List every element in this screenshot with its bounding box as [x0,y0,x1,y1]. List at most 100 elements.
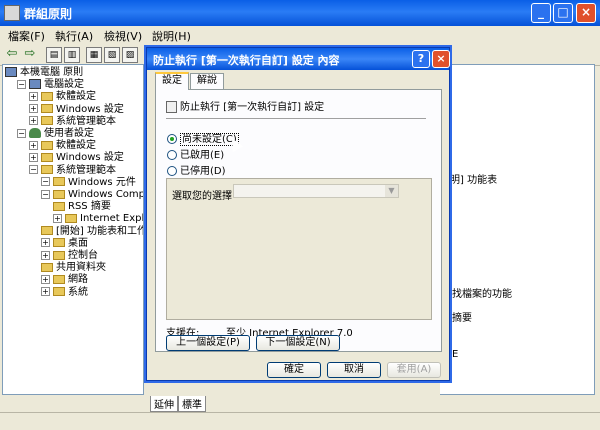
tree-item[interactable]: − 使用者設定 [17,128,94,140]
app-icon [4,5,20,21]
apply-button[interactable]: 套用(A) [387,362,441,378]
tree-item[interactable]: + 網路 [41,274,88,286]
choice-dropdown[interactable]: ▼ [233,184,399,198]
window-title: 群組原則 [24,7,73,21]
tree-item[interactable]: + 軟體設定 [29,140,96,152]
tab-extended[interactable]: 延伸 [150,396,178,412]
folder-icon [41,91,53,101]
tree-item[interactable]: + Internet Explorer [53,213,144,225]
tree-item[interactable]: 共用資料夾 [41,262,106,274]
folder-icon [53,274,65,284]
tree-item[interactable]: + 系統 [41,287,88,299]
tree-item-label: Internet Explorer [80,213,144,225]
dialog-close-button[interactable]: × [432,50,450,68]
tree-item-label: 使用者設定 [44,128,94,139]
tree-item[interactable]: − Windows 元件 [41,177,136,189]
folder-icon [41,116,53,126]
ok-button[interactable]: 確定 [267,362,321,378]
radio-button-icon [167,166,177,176]
details-text: 找檔案的功能 [452,289,512,300]
tab-setting[interactable]: 設定 [155,72,189,90]
tab-standard[interactable]: 標準 [178,396,206,412]
menu-bar: 檔案(F) 執行(A) 檢視(V) 說明(H) [0,26,600,44]
tree-item[interactable]: + 軟體設定 [29,91,96,103]
show-tree-icon[interactable]: ▥ [64,47,80,63]
collapse-icon[interactable]: − [17,128,26,138]
maximize-button[interactable]: □ [553,3,573,23]
tree-item[interactable]: + 控制台 [41,250,98,262]
expand-icon[interactable]: + [41,238,50,248]
expand-icon[interactable]: + [41,274,50,284]
window-titlebar: 群組原則 _ □ × [0,0,600,26]
tree-item-label: 系統管理範本 [56,164,116,176]
previous-setting-button[interactable]: 上一個設定(P) [166,335,250,351]
tree-item-label: Windows 設定 [56,103,124,115]
tab-explain[interactable]: 解說 [190,73,224,89]
next-setting-button[interactable]: 下一個設定(N) [256,335,340,351]
help-button[interactable]: ? [412,50,430,68]
expand-icon[interactable]: + [53,213,62,223]
collapse-icon[interactable]: − [29,165,38,175]
radio-button-icon [167,134,177,144]
collapse-icon[interactable]: − [41,177,50,187]
expand-icon[interactable]: + [29,91,38,101]
details-pane: 說明] 功能表 找檔案的功能 摘要 E [440,64,595,395]
expand-icon[interactable]: + [41,250,50,260]
folder-icon [41,140,53,150]
menu-view[interactable]: 檢視(V) [104,28,142,44]
tree-item[interactable]: − 系統管理範本 [29,165,116,177]
expand-icon[interactable]: + [41,287,50,297]
up-folder-icon[interactable]: ▤ [46,47,62,63]
expand-icon[interactable]: + [29,104,38,114]
expand-icon[interactable]: + [29,116,38,126]
tree-item-label: Windows 元件 [68,176,136,188]
cancel-button[interactable]: 取消 [327,362,381,378]
folder-icon [41,152,53,162]
menu-help[interactable]: 說明(H) [152,28,191,44]
collapse-icon[interactable]: − [41,189,50,199]
forward-arrow-icon[interactable]: ⇨ [22,47,38,63]
tree-item[interactable]: RSS 摘要 [53,201,111,213]
radio-enabled[interactable]: 已啟用(E) [167,146,224,161]
menu-file[interactable]: 檔案(F) [8,28,45,44]
details-text: E [452,349,459,360]
tree-item-label: 電腦設定 [44,79,84,91]
tree-item[interactable]: + 桌面 [41,238,88,250]
status-bar [0,412,600,430]
tree-item-label: [開始] 功能表和工作 [56,225,144,237]
menu-action[interactable]: 執行(A) [55,28,93,44]
tree-item-label: RSS 摘要 [68,201,111,213]
tree-item-label: 網路 [68,274,88,286]
back-arrow-icon[interactable]: ⇦ [4,47,20,63]
tree-item[interactable]: [開始] 功能表和工作 [41,225,144,238]
details-text: 摘要 [452,313,472,324]
view-tabs: 延伸 標準 [150,396,206,412]
tree-item[interactable]: − Windows Components [41,189,143,201]
settings-pane: 防止執行 [第一次執行自訂] 設定 尚未設定(C) 已啟用(E) 已停用(D) … [155,89,442,352]
export-list-icon[interactable]: ▨ [122,47,138,63]
tree-item-label: 桌面 [68,237,88,249]
setting-name-text: 防止執行 [第一次執行自訂] 設定 [180,102,325,113]
setting-name: 防止執行 [第一次執行自訂] 設定 [166,98,324,113]
chevron-down-icon: ▼ [385,185,398,197]
tree-item[interactable]: + Windows 設定 [29,152,124,164]
policy-tree: 本機電腦 原則 − 電腦設定 + 軟體設定 + Windows 設定 + 系統管理範本 − 使用者設… [2,64,144,395]
folder-icon [65,213,77,223]
folder-icon [53,250,65,260]
tree-item[interactable]: 本機電腦 原則 [5,67,83,79]
options-box: 選取您的選擇 ▼ [166,178,432,320]
expand-icon[interactable]: + [29,152,38,162]
minimize-button[interactable]: _ [531,3,551,23]
tree-item[interactable]: + Windows 設定 [29,104,124,116]
tree-item[interactable]: + 系統管理範本 [29,116,116,128]
close-button[interactable]: × [576,3,596,23]
tree-item-label: 共用資料夾 [56,262,106,274]
properties-icon[interactable]: ▦ [86,47,102,63]
expand-icon[interactable]: + [29,140,38,150]
collapse-icon[interactable]: − [17,79,26,89]
refresh-icon[interactable]: ▧ [104,47,120,63]
dialog-titlebar: 防止執行 [第一次執行自訂] 設定 內容 ? × [147,48,450,70]
tree-item[interactable]: − 電腦設定 [17,79,84,91]
radio-disabled[interactable]: 已停用(D) [167,162,226,177]
folder-icon [41,226,53,236]
